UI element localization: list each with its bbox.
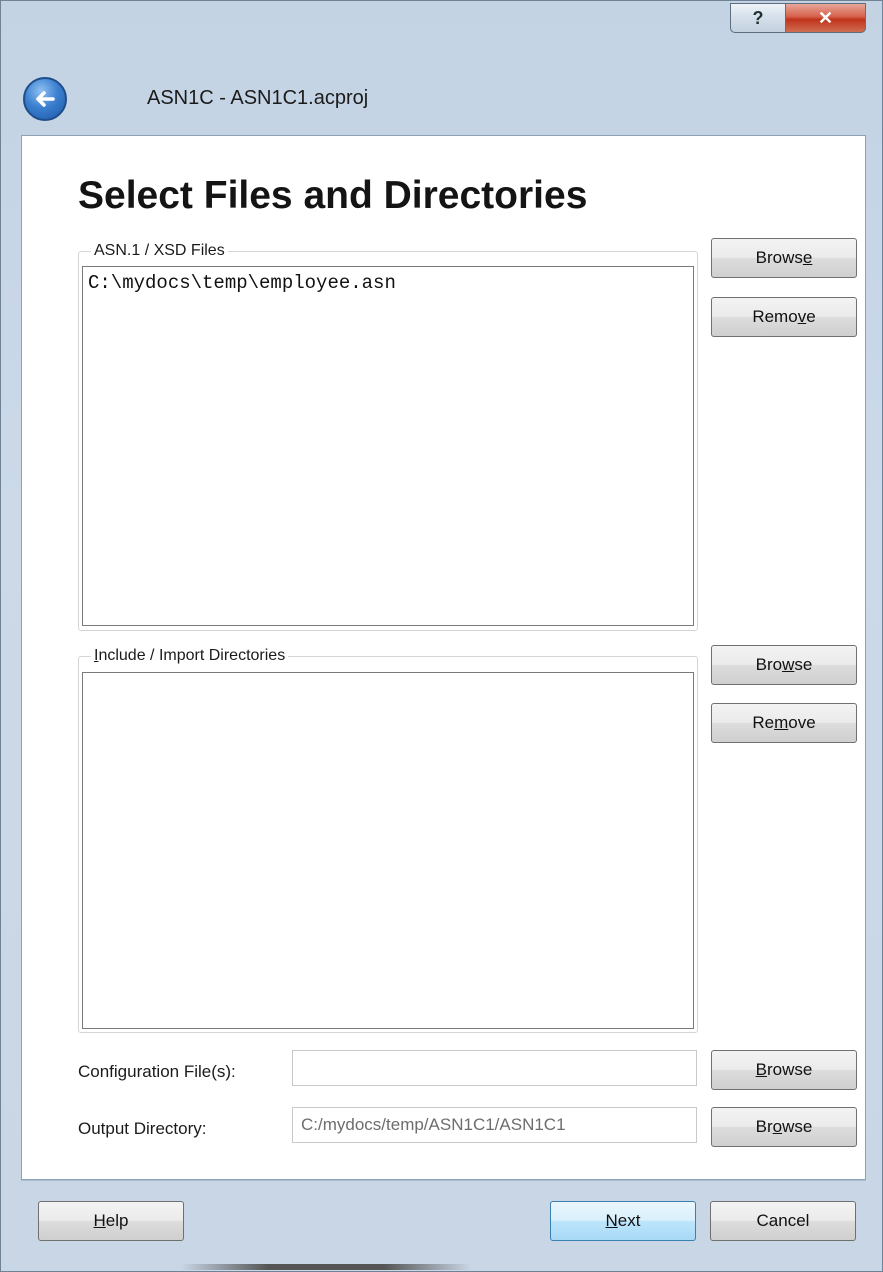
wizard-window: ? ✕ ASN1C - ASN1C1.acproj Select Files a… (0, 0, 883, 1272)
wizard-content: Select Files and Directories ASN.1 / XSD… (21, 135, 866, 1180)
output-directory-field[interactable] (292, 1107, 697, 1143)
config-browse-button[interactable]: Browse (711, 1050, 857, 1090)
close-button[interactable]: ✕ (786, 3, 866, 33)
page-title: Select Files and Directories (78, 174, 588, 217)
close-icon: ✕ (817, 7, 834, 28)
wizard-footer: Help Next Cancel (21, 1180, 866, 1255)
config-files-field[interactable] (292, 1050, 697, 1086)
include-dirs-group-label: Include / Import Directories (91, 646, 289, 666)
cancel-button[interactable]: Cancel (710, 1201, 856, 1241)
include-browse-button[interactable]: Bro w se (711, 645, 857, 685)
asn-files-list[interactable]: C:\mydocs\temp\employee.asn (82, 266, 694, 626)
next-button[interactable]: Next (550, 1201, 696, 1241)
help-button[interactable]: Help (38, 1201, 184, 1241)
include-remove-button[interactable]: Re m ove (711, 703, 857, 743)
caption-buttons: ? ✕ (730, 3, 866, 33)
asn-remove-button[interactable]: Remo v e (711, 297, 857, 337)
wizard-header: ASN1C - ASN1C1.acproj (1, 55, 882, 135)
list-item[interactable]: C:\mydocs\temp\employee.asn (88, 272, 396, 294)
footer-divider (21, 1180, 866, 1181)
taskbar-edge (181, 1264, 471, 1270)
output-browse-button[interactable]: Br o wse (711, 1107, 857, 1147)
title-bar: ? ✕ (1, 1, 882, 55)
include-dirs-list[interactable] (82, 672, 694, 1029)
config-files-label: Configuration File(s): (78, 1062, 236, 1081)
asn-browse-button[interactable]: Brows e (711, 238, 857, 278)
question-icon: ? (752, 7, 764, 28)
window-title: ASN1C - ASN1C1.acproj (147, 87, 369, 109)
help-caption-button[interactable]: ? (730, 3, 786, 33)
asn-files-group-label: ASN.1 / XSD Files (91, 241, 228, 261)
output-directory-label: Output Directory: (78, 1119, 207, 1138)
back-arrow-icon (36, 91, 55, 107)
back-button[interactable] (23, 77, 67, 121)
